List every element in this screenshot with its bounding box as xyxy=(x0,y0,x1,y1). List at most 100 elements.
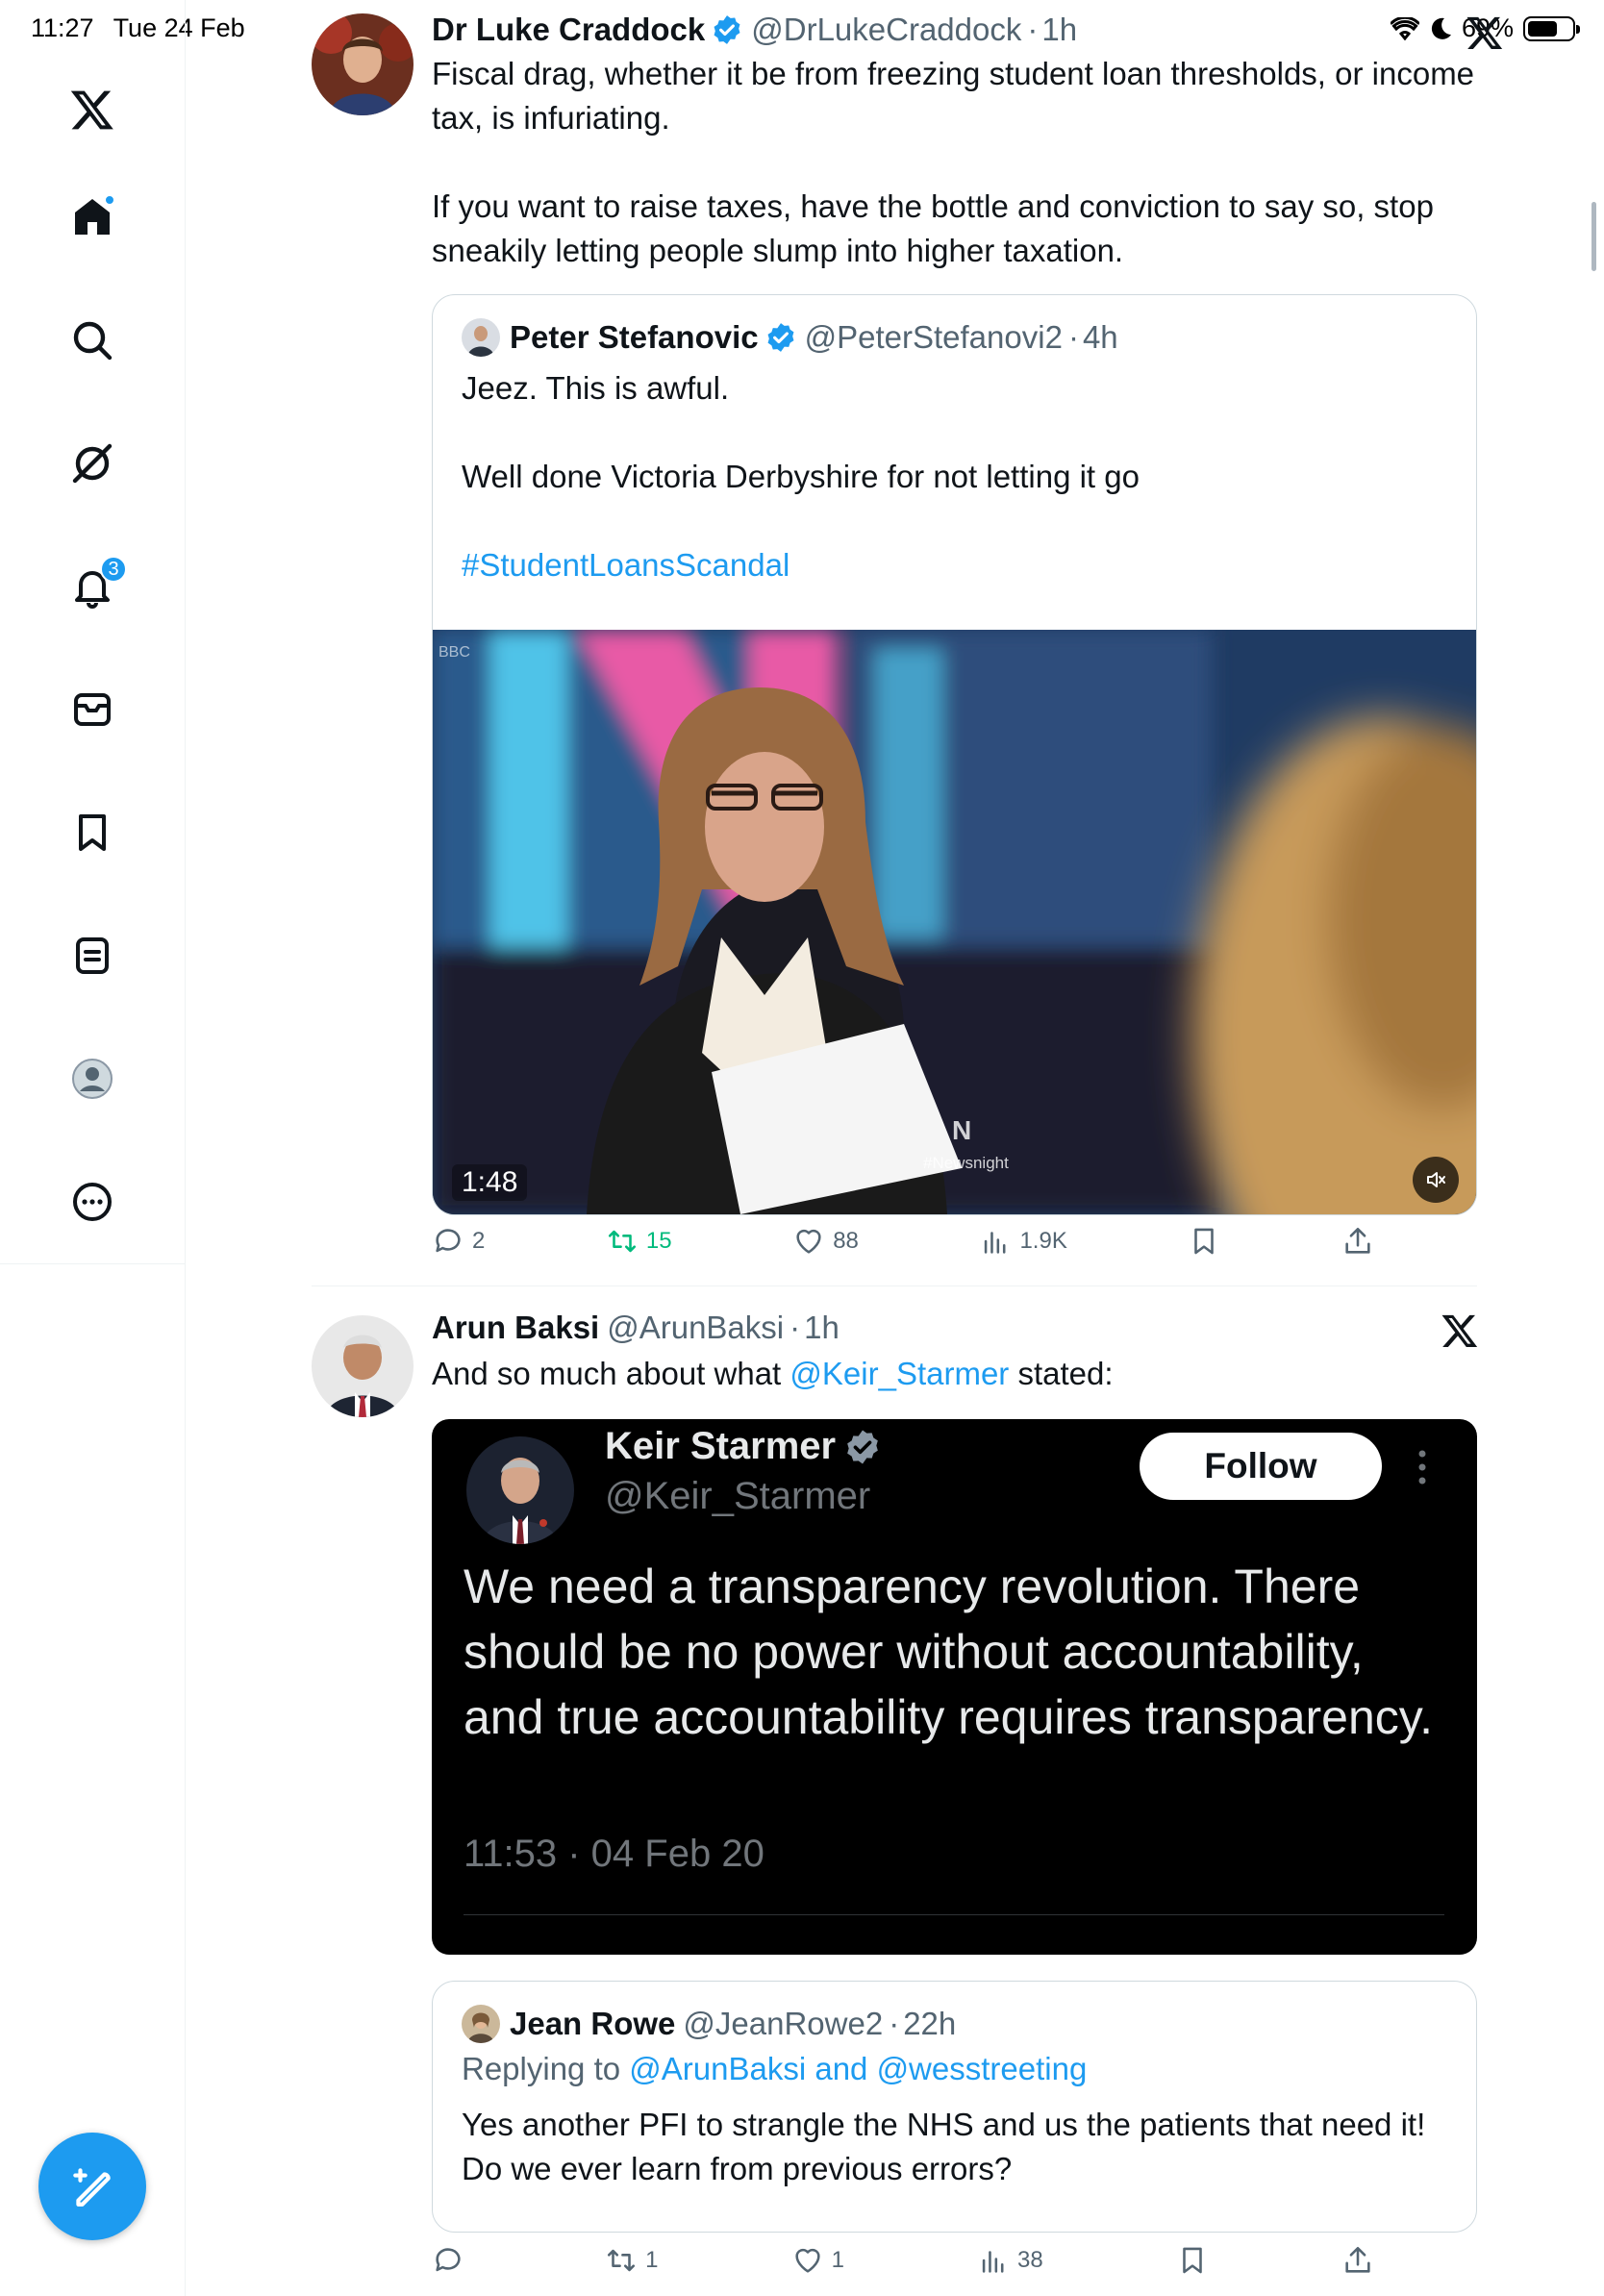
battery-icon xyxy=(1523,15,1580,41)
views-button[interactable]: 38 xyxy=(977,2244,1043,2277)
video-frame: BBC N #Newsnight xyxy=(433,630,1476,1214)
home-notification-dot xyxy=(104,194,115,206)
svg-text:N: N xyxy=(952,1115,971,1145)
mention-link[interactable]: @Keir_Starmer xyxy=(789,1356,1009,1391)
tweet-header: Dr Luke Craddock @DrLukeCraddock · 1h xyxy=(432,12,1477,48)
tweet-body: Arun Baksi @ArunBaksi · 1h And so much a… xyxy=(432,1310,1477,1396)
tweet-text-suffix: stated: xyxy=(1009,1356,1114,1391)
notifications-badge: 3 xyxy=(100,556,127,583)
author-handle[interactable]: @ArunBaksi xyxy=(607,1310,784,1346)
author-handle[interactable]: @DrLukeCraddock xyxy=(751,12,1021,48)
like-button[interactable]: 88 xyxy=(792,1225,859,1258)
bookmarks-icon[interactable] xyxy=(63,804,121,861)
more-options-icon xyxy=(1418,1450,1426,1485)
retweet-count: 1 xyxy=(645,2247,659,2273)
replying-to-prefix: Replying to xyxy=(462,2051,630,2086)
verified-badge-icon xyxy=(714,15,740,44)
bbc-watermark: BBC xyxy=(439,644,470,661)
share-button[interactable] xyxy=(1341,1225,1374,1258)
screenshot-author-name-text: Keir Starmer xyxy=(605,1425,837,1467)
reply-icon xyxy=(436,1229,461,1253)
author-name[interactable]: Arun Baksi xyxy=(432,1310,599,1346)
bookmark-button[interactable] xyxy=(1188,1225,1220,1258)
grok-icon[interactable] xyxy=(63,435,121,492)
retweet-icon xyxy=(608,1230,636,1253)
replying-to-line: Replying to @ArunBaksi and @wesstreeting xyxy=(462,2047,1447,2091)
screenshot-avatar xyxy=(466,1436,574,1544)
battery-fill xyxy=(1528,20,1558,37)
tweet[interactable]: Dr Luke Craddock @DrLukeCraddock · 1h Fi… xyxy=(312,12,1503,1261)
bookmark-icon xyxy=(1194,1228,1215,1255)
quoted-tweet[interactable]: Jean Rowe @JeanRowe2 · 22h Replying to @… xyxy=(432,1981,1477,2233)
views-chart-icon xyxy=(985,1232,1006,1254)
hashtag-link[interactable]: #StudentLoansScandal xyxy=(462,543,1447,587)
retweet-button[interactable]: 15 xyxy=(606,1225,672,1258)
tweet-text-paragraph-2: If you want to raise taxes, have the bot… xyxy=(432,188,1434,268)
scroll-indicator[interactable] xyxy=(1591,202,1596,271)
tweet-time[interactable]: 1h xyxy=(1041,12,1077,48)
x-logo-icon[interactable] xyxy=(63,81,121,138)
search-icon[interactable] xyxy=(63,312,121,369)
bookmark-button[interactable] xyxy=(1176,2244,1209,2277)
quoted-tweet-text: Yes another PFI to strangle the NHS and … xyxy=(462,2107,1426,2186)
tweet-header: Arun Baksi @ArunBaksi · 1h xyxy=(432,1310,1477,1346)
home-icon[interactable] xyxy=(63,188,121,246)
retweet-button[interactable]: 1 xyxy=(605,2244,658,2277)
quoted-tweet-text-1: Jeez. This is awful. xyxy=(462,370,730,406)
quoted-tweet-time: 4h xyxy=(1082,319,1118,355)
messages-icon[interactable] xyxy=(63,681,121,738)
quoted-tweet-content: Peter Stefanovic @PeterStefanovi2 · 4h J… xyxy=(433,295,1476,587)
retweet-icon xyxy=(608,2249,636,2272)
heart-icon xyxy=(796,1229,821,1254)
quoted-tweet-header: Peter Stefanovic @PeterStefanovi2 · 4h xyxy=(462,318,1447,357)
screenshot-follow-button: Follow xyxy=(1140,1433,1382,1500)
verified-badge-icon xyxy=(847,1430,878,1463)
tweet-actions: 2 15 88 1.9K xyxy=(432,1225,1374,1258)
like-button[interactable]: 1 xyxy=(791,2244,844,2277)
avatar[interactable] xyxy=(312,1315,414,1417)
separator-dot: · xyxy=(1027,12,1039,47)
reply-button[interactable] xyxy=(432,2244,472,2277)
video-duration: 1:48 xyxy=(452,1164,528,1201)
views-count: 38 xyxy=(1017,2247,1043,2273)
lists-icon[interactable] xyxy=(63,927,121,985)
compose-button[interactable] xyxy=(38,2133,146,2240)
screenshot-timestamp: 11:53 · 04 Feb 20 xyxy=(464,1833,764,1875)
avatar[interactable] xyxy=(312,13,414,115)
separator-dot: · xyxy=(1067,319,1079,355)
video-player[interactable]: BBC N #Newsnight 1:48 xyxy=(433,630,1476,1214)
share-icon xyxy=(1345,2246,1370,2273)
mute-button[interactable] xyxy=(1413,1157,1459,1203)
notifications-bell-icon[interactable]: 3 xyxy=(63,556,127,615)
quoted-tweet-text-2: Well done Victoria Derbyshire for not le… xyxy=(462,459,1140,494)
tweet-text-paragraph-1: Fiscal drag, whether it be from freezing… xyxy=(432,56,1475,136)
tweet-divider xyxy=(312,1285,1477,1286)
share-button[interactable] xyxy=(1341,2244,1374,2277)
compose-feather-icon xyxy=(73,2168,111,2207)
author-name[interactable]: Dr Luke Craddock xyxy=(432,12,705,48)
quoted-tweet[interactable]: Peter Stefanovic @PeterStefanovi2 · 4h J… xyxy=(432,294,1477,1215)
verified-badge-icon xyxy=(767,323,794,352)
more-icon[interactable] xyxy=(63,1173,121,1231)
quoted-tweet-header: Jean Rowe @JeanRowe2 · 22h xyxy=(462,2005,1447,2043)
screenshot-divider xyxy=(464,1914,1444,1915)
views-button[interactable]: 1.9K xyxy=(979,1225,1067,1258)
tweet-text-prefix: And so much about what xyxy=(432,1356,790,1391)
screenshot-tweet-text: We need a transparency revolution. There… xyxy=(464,1560,1433,1744)
sidebar-divider xyxy=(0,1263,186,1264)
avatar xyxy=(462,318,500,357)
reply-button[interactable]: 2 xyxy=(432,1225,485,1258)
like-count: 1 xyxy=(831,2247,844,2273)
like-count: 88 xyxy=(833,1228,859,1254)
x-logo-icon xyxy=(1441,1314,1478,1347)
tweet-body: Dr Luke Craddock @DrLukeCraddock · 1h Fi… xyxy=(432,12,1477,273)
screenshot-author-handle: @Keir_Starmer xyxy=(605,1475,871,1517)
avatar xyxy=(462,2005,500,2043)
tweet-time[interactable]: 1h xyxy=(804,1310,840,1346)
quoted-author-handle: @PeterStefanovi2 xyxy=(804,319,1063,355)
attached-image-screenshot[interactable]: Keir Starmer @Keir_Starmer Follow We nee… xyxy=(432,1419,1477,1955)
replying-to-handles[interactable]: @ArunBaksi and @wesstreeting xyxy=(629,2051,1087,2086)
quoted-author-name: Peter Stefanovic xyxy=(510,319,759,355)
profile-avatar-icon[interactable] xyxy=(63,1050,121,1108)
tweet[interactable]: Arun Baksi @ArunBaksi · 1h And so much a… xyxy=(312,1310,1478,2296)
